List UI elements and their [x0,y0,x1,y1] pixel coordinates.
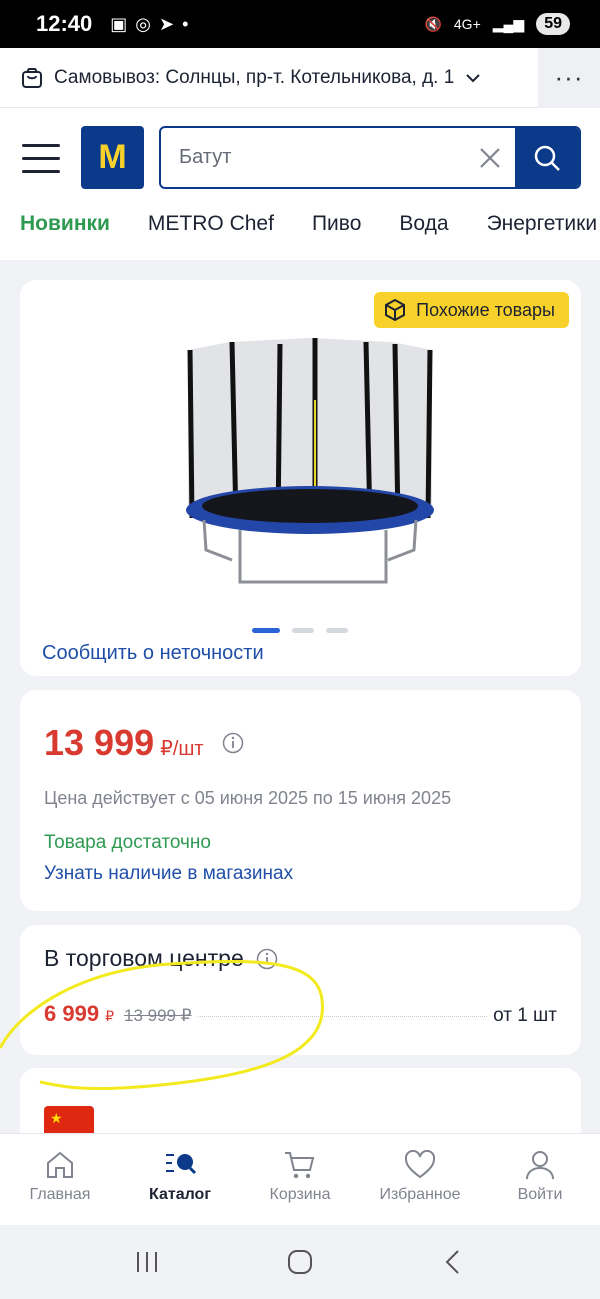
trade-center-card: В торговом центре 6 999 ₽ 13 999 ₽ от 1 … [20,925,581,1055]
trade-old-price: 13 999 ₽ [123,1006,192,1025]
search-button[interactable] [515,128,579,187]
check-availability-link[interactable]: Узнать наличие в магазинах [44,863,293,885]
dot-icon: • [182,13,189,34]
category-water[interactable]: Вода [399,212,448,236]
search-input[interactable]: Батут [161,146,465,169]
category-beer[interactable]: Пиво [312,212,361,236]
gallery-dots[interactable] [252,628,348,633]
whatsapp-icon: ◎ [135,13,152,34]
bottom-tab-bar: Главная Каталог Корзина Избранное Войти [0,1133,600,1225]
price-value: 13 999 [44,722,155,763]
category-nav: Новинки METRO Chef Пиво Вода Энергетики [20,212,597,236]
trade-center-price-row: 6 999 ₽ 13 999 ₽ от 1 шт [44,1001,557,1027]
more-icon[interactable]: ··· [538,47,600,108]
battery-indicator: 59 [536,13,570,35]
pickup-bar[interactable]: Самовывоз: Солнцы, пр-т. Котельникова, д… [0,47,600,108]
report-inaccuracy-link[interactable]: Сообщить о неточности [42,642,264,665]
trade-currency: ₽ [105,1008,114,1024]
pickup-address[interactable]: Самовывоз: Солнцы, пр-т. Котельникова, д… [54,67,454,89]
user-icon [526,1151,554,1180]
cart-icon [285,1152,315,1179]
price-validity: Цена действует с 05 июня 2025 по 15 июня… [44,788,452,808]
category-energy[interactable]: Энергетики [487,212,598,236]
heart-icon [404,1149,436,1179]
bag-icon [22,67,42,88]
header: M Батут Новинки METRO Chef Пиво Вода Эне… [0,108,600,260]
recents-icon[interactable] [132,1247,162,1277]
trade-quantity: от 1 шт [493,1005,557,1026]
close-icon[interactable] [465,128,515,187]
back-icon[interactable] [438,1247,468,1277]
telegram-icon: ➤ [159,13,175,34]
trade-center-title: В торговом центре [44,945,244,971]
stock-status: Товара достаточно [44,832,211,853]
trade-price: 6 999 [44,1001,100,1026]
search-field[interactable]: Батут [159,126,581,189]
system-nav-bar [0,1225,600,1299]
tab-cart[interactable]: Корзина [240,1134,360,1225]
menu-icon[interactable] [22,144,60,174]
price-card: 13 999 ₽/шт Цена действует с 05 июня 202… [20,690,581,911]
tab-favorites[interactable]: Избранное [360,1134,480,1225]
status-time: 12:40 [36,11,93,36]
status-bar: 12:40 ▣ ◎ ➤ • 🔇 4G+ ▂▄▆ 59 [0,0,600,48]
catalog-search-icon [166,1154,197,1175]
tab-home[interactable]: Главная [0,1134,120,1225]
chevron-down-icon[interactable] [464,69,482,87]
info-icon[interactable] [256,948,278,970]
product-image-card: Похожие товары Сообщить о неточности [20,280,581,676]
signal-icon: ▂▄▆ [492,15,525,32]
category-new[interactable]: Новинки [20,212,110,236]
home-icon [47,1151,73,1178]
tab-catalog[interactable]: Каталог [120,1134,240,1225]
home-button-icon[interactable] [285,1247,315,1277]
mute-icon: 🔇 [424,15,442,32]
price-unit: ₽/шт [160,738,204,760]
screenshot-icon: ▣ [110,13,128,34]
info-icon[interactable] [222,732,244,754]
product-image[interactable] [170,320,450,600]
origin-card: ★ [20,1068,581,1138]
network-label: 4G+ [453,16,481,32]
metro-logo[interactable]: M [81,126,144,189]
category-metro-chef[interactable]: METRO Chef [148,212,274,236]
tab-login[interactable]: Войти [480,1134,600,1225]
search-icon [534,145,560,171]
